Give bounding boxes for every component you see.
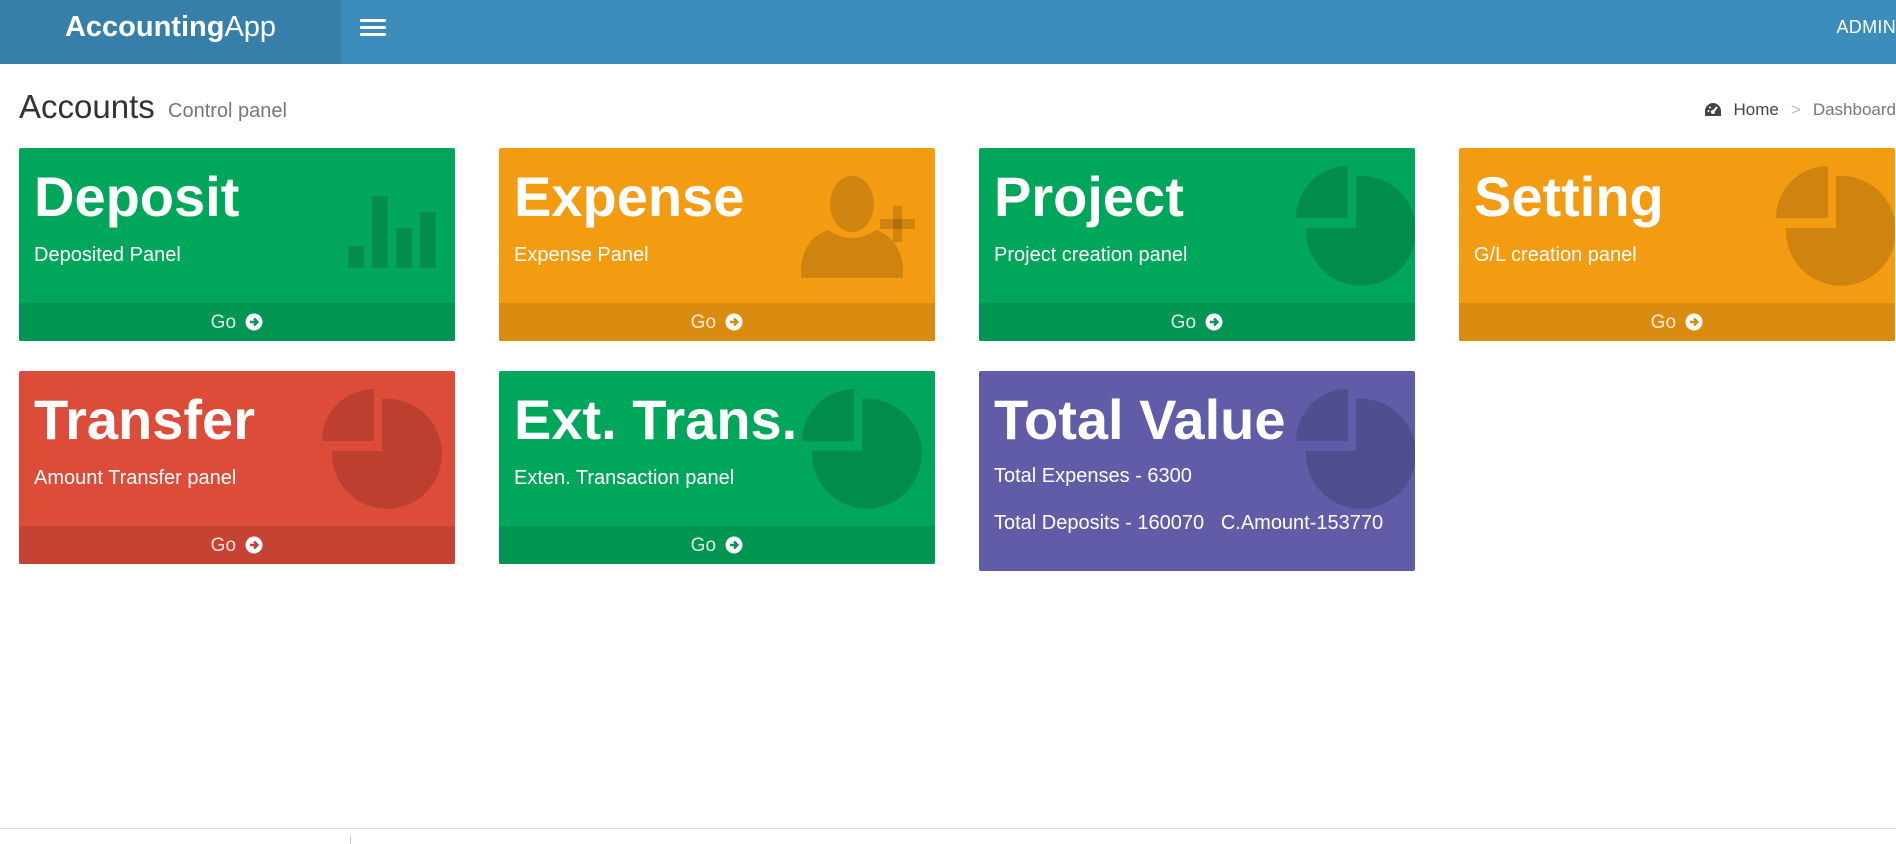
app-logo[interactable]: AccountingApp: [0, 0, 341, 64]
breadcrumb-current: Dashboard: [1812, 100, 1896, 119]
c-amount: C.Amount-153770: [1220, 512, 1384, 534]
page-subtitle: Control panel: [168, 100, 287, 122]
breadcrumb-home-link[interactable]: Home: [1734, 100, 1779, 120]
page-title: Accounts: [19, 88, 155, 125]
transfer-card: Transfer Amount Transfer panel Go: [19, 371, 455, 564]
arrow-circle-right-icon: [725, 313, 743, 331]
card-title: Total Value: [994, 388, 1286, 451]
deposit-go-link[interactable]: Go: [19, 303, 455, 341]
card-title: Setting: [1474, 165, 1664, 228]
card-title: Expense: [514, 165, 745, 228]
arrow-circle-right-icon: [1205, 313, 1223, 331]
ext-trans-card: Ext. Trans. Exten. Transaction panel Go: [499, 371, 935, 564]
expense-go-link[interactable]: Go: [499, 303, 935, 341]
project-go-link[interactable]: Go: [979, 303, 1415, 341]
card-description: Project creation panel: [994, 244, 1188, 266]
total-expenses: Total Expenses - 6300: [994, 465, 1192, 487]
logo-bold-text: Accounting: [64, 11, 225, 43]
card-title: Transfer: [34, 388, 255, 451]
go-label: Go: [1170, 312, 1197, 333]
arrow-circle-right-icon: [725, 536, 743, 554]
total-deposits: Total Deposits - 160070: [994, 512, 1205, 534]
go-label: Go: [210, 312, 237, 333]
user-menu[interactable]: ADMIN: [1837, 17, 1896, 38]
card-title: Deposit: [34, 165, 240, 228]
card-description: Amount Transfer panel: [34, 467, 237, 489]
expense-card: Expense Expense Panel Go: [499, 148, 935, 341]
breadcrumb: Home > Dashboard: [1704, 100, 1896, 120]
arrow-circle-right-icon: [245, 313, 263, 331]
deposit-card: Deposit Deposited Panel Go: [19, 148, 455, 341]
card-description: Deposited Panel: [34, 244, 181, 266]
go-label: Go: [690, 535, 717, 556]
card-description: Expense Panel: [514, 244, 649, 266]
project-card: Project Project creation panel Go: [979, 148, 1415, 341]
card-description: G/L creation panel: [1474, 244, 1637, 266]
arrow-circle-right-icon: [245, 536, 263, 554]
sidebar-toggle-button[interactable]: [360, 16, 386, 38]
arrow-circle-right-icon: [1685, 313, 1703, 331]
hamburger-bar: [360, 19, 386, 22]
ext-trans-go-link[interactable]: Go: [499, 526, 935, 564]
go-label: Go: [1650, 312, 1677, 333]
dashboard-icon: [1704, 103, 1721, 116]
footer-divider-tick: [350, 836, 351, 844]
card-title: Project: [994, 165, 1184, 228]
top-navbar: AccountingApp ADMIN: [0, 0, 1896, 64]
total-value-card: Total Value Total Expenses - 6300 Total …: [979, 371, 1415, 571]
footer-divider: [0, 828, 1896, 829]
card-title: Ext. Trans.: [514, 388, 798, 451]
go-label: Go: [210, 535, 237, 556]
hamburger-bar: [360, 26, 386, 29]
transfer-go-link[interactable]: Go: [19, 526, 455, 564]
hamburger-bar: [360, 33, 386, 36]
logo-light-text: App: [224, 11, 277, 43]
go-label: Go: [690, 312, 717, 333]
breadcrumb-separator: >: [1790, 100, 1801, 119]
total-deposits-row: Total Deposits - 160070 C.Amount-153770: [994, 512, 1401, 535]
setting-card: Setting G/L creation panel Go: [1459, 148, 1895, 341]
setting-go-link[interactable]: Go: [1459, 303, 1895, 341]
card-description: Exten. Transaction panel: [514, 467, 735, 489]
